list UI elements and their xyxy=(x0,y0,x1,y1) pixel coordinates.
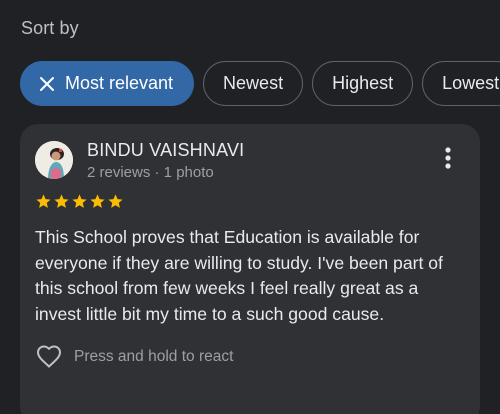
sort-chip-lowest[interactable]: Lowest xyxy=(422,61,500,106)
sort-by-label: Sort by xyxy=(21,18,79,38)
sort-chip-label: Most relevant xyxy=(65,73,174,93)
sort-chip-label: Newest xyxy=(223,73,284,93)
close-icon[interactable] xyxy=(39,76,55,92)
star-icon xyxy=(108,194,123,208)
react-label: Press and hold to react xyxy=(74,348,234,365)
sort-chip-label: Highest xyxy=(332,73,394,93)
sort-chip-row: Most relevant Newest Highest Lowest xyxy=(20,61,500,106)
sort-chip-highest[interactable]: Highest xyxy=(312,61,414,106)
sort-chip-most-relevant[interactable]: Most relevant xyxy=(20,61,195,106)
heart-icon[interactable] xyxy=(36,345,62,369)
reviewer-meta: 2 reviews · 1 photo xyxy=(87,164,214,181)
sort-chip-label: Lowest xyxy=(442,73,500,93)
more-vert-icon[interactable] xyxy=(438,146,458,172)
star-icon xyxy=(36,194,51,208)
reviews-panel: Sort by Most relevant Newest Highest Low… xyxy=(0,0,500,414)
star-icon xyxy=(54,194,69,208)
reviewer-name[interactable]: BINDU VAISHNAVI xyxy=(87,140,244,161)
star-icon xyxy=(90,194,105,208)
star-rating xyxy=(35,193,124,210)
star-icon xyxy=(72,194,87,208)
sort-chip-newest[interactable]: Newest xyxy=(203,61,304,106)
review-text: This School proves that Education is ava… xyxy=(35,227,443,324)
react-button[interactable]: Press and hold to react xyxy=(36,345,233,369)
avatar[interactable] xyxy=(35,141,73,179)
review-card: BINDU VAISHNAVI 2 reviews · 1 photo This… xyxy=(20,124,480,414)
